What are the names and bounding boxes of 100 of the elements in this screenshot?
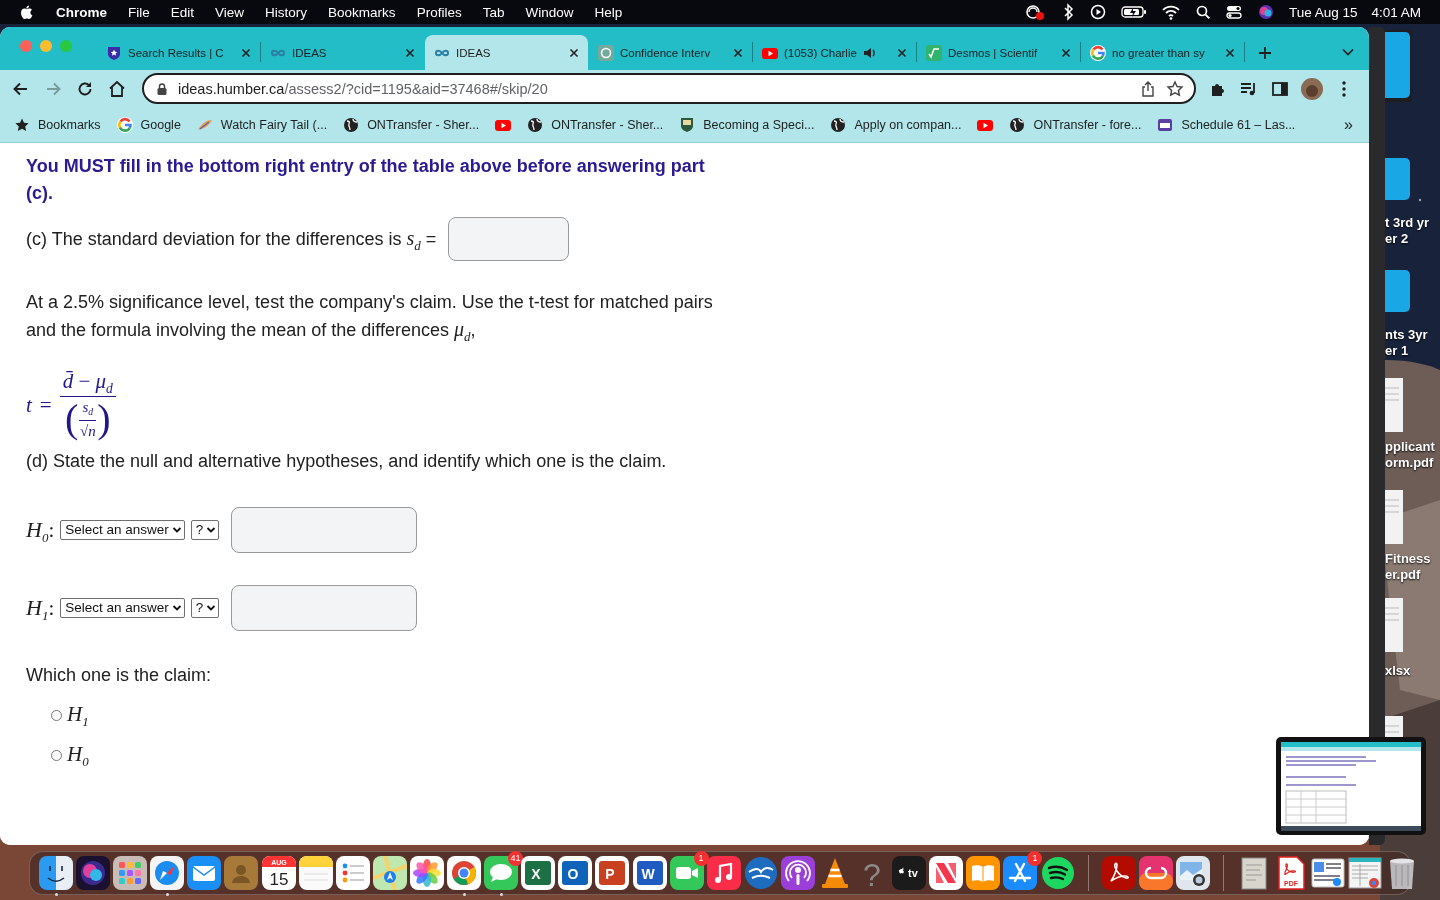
bookmark-link[interactable]: Apply on compan... [830, 116, 962, 133]
answer-dropdown[interactable]: Select an answer [60, 597, 185, 618]
address-bar[interactable]: ideas.humber.ca/assess2/?cid=1195&aid=37468#/skip/20 [142, 73, 1196, 104]
menu-item[interactable]: Tab [482, 4, 505, 20]
compass-icon[interactable] [150, 856, 185, 890]
photo-viewer-icon[interactable] [1175, 856, 1210, 890]
crest-icon [679, 116, 696, 133]
menu-item[interactable]: Help [594, 4, 623, 20]
speech-bubble-icon[interactable] [484, 856, 519, 890]
plus-icon[interactable] [1257, 45, 1273, 61]
file-name: pplicant orm.pdf [1385, 439, 1435, 471]
bookmark-link[interactable]: Schedule 61 – Las... [1157, 116, 1296, 133]
avatar-icon[interactable] [1301, 77, 1323, 100]
envelope-icon[interactable] [187, 856, 222, 890]
bookmark-link[interactable]: Google [116, 116, 181, 133]
music-note-icon[interactable] [706, 856, 741, 890]
letter-tile-icon[interactable]: O [558, 856, 593, 890]
menu-item[interactable]: Window [525, 4, 574, 20]
menu-item[interactable]: View [215, 4, 245, 20]
notepad-icon[interactable] [298, 856, 333, 890]
icon-text: 15 [269, 870, 288, 889]
bookmark-link[interactable]: Watch Fairy Tail (... [196, 116, 328, 133]
toggles-icon[interactable] [1224, 3, 1243, 21]
menu-bar-time: 4:01 AM [1371, 4, 1421, 20]
bookmark-star-icon[interactable] [1166, 79, 1184, 98]
menu-item[interactable]: Edit [170, 4, 195, 20]
file-name: nts 3yr er 1 [1385, 327, 1428, 359]
menu-item[interactable]: History [265, 4, 308, 20]
browser-tab[interactable]: Confidence Interv [589, 35, 752, 70]
more-bookmarks-button[interactable]: » [1344, 115, 1353, 134]
search-icon[interactable] [1194, 3, 1211, 21]
news-icon[interactable] [929, 856, 964, 890]
menu-item[interactable]: File [128, 4, 150, 20]
birds-icon[interactable] [743, 856, 778, 890]
browser-tab[interactable]: Search Results | C [97, 35, 260, 70]
browser-tab[interactable]: IDEAS [425, 35, 588, 70]
screenshot-icon[interactable] [1311, 856, 1346, 890]
radio-label[interactable]: H$_{0}$ [67, 740, 89, 769]
browser-tab[interactable]: no greater than sy [1081, 35, 1244, 70]
browser-tab[interactable]: IDEAS [261, 35, 424, 70]
globe-icon [830, 116, 847, 133]
sound-waves-icon[interactable] [1040, 856, 1075, 890]
browser-tab[interactable]: Desmos | Scientif [917, 35, 1080, 70]
menu-item[interactable]: Profiles [416, 4, 462, 20]
hypothesis-label: H$_{1}$: [26, 593, 55, 622]
bookmark-link[interactable]: Bookmarks [14, 116, 101, 133]
question-text: (d) State the null and alternative hypotheses, and identify which one is the claim. [26, 449, 668, 473]
wheel-icon[interactable] [447, 856, 482, 890]
speaker-icon[interactable] [862, 45, 877, 60]
share-icon[interactable] [1140, 79, 1156, 98]
knot-icon [598, 44, 614, 61]
file-name: Fitness er.pdf [1385, 551, 1431, 583]
screenshot-stack-icon[interactable] [1348, 856, 1383, 890]
wifi-icon[interactable] [1160, 3, 1181, 21]
question-text: At a 2.5% significance level, test the company's claim. Use the t-test for matched pairs and the formula involving the mean of the differences μ$_{d}$, [26, 291, 714, 344]
play-circle-icon[interactable] [1088, 3, 1107, 21]
answer-field[interactable] [448, 217, 570, 261]
checklist-icon[interactable] [335, 856, 370, 890]
face-icon[interactable] [39, 856, 73, 890]
letter-tile-icon[interactable]: W [632, 856, 667, 890]
video-camera-icon[interactable] [669, 856, 704, 890]
bookmark-link[interactable]: ONTransfer - Sher... [527, 116, 664, 133]
podcast-icon[interactable] [780, 856, 815, 890]
square-root-icon [926, 44, 942, 61]
globe-icon [343, 116, 360, 133]
menu-bar-date: Tue Aug 15 [1288, 4, 1358, 20]
map-icon[interactable] [372, 856, 407, 890]
icon-text: ? [863, 857, 881, 890]
bookmark-link[interactable]: ONTransfer - fore... [1009, 116, 1142, 133]
app-menu[interactable]: Chrome [56, 4, 107, 20]
letter-tile-icon[interactable]: P [595, 856, 630, 890]
lock-icon [156, 81, 168, 96]
swirl-icon[interactable] [1101, 856, 1136, 890]
browser-tab[interactable]: (1053) Charlie [753, 35, 916, 70]
home-icon[interactable] [107, 78, 127, 99]
operator-dropdown[interactable]: ? [190, 597, 220, 618]
answer-field[interactable] [231, 584, 418, 631]
answer-field[interactable] [231, 506, 418, 553]
app-store-icon[interactable] [1003, 856, 1038, 890]
bookmark-link[interactable]: Becoming a Speci... [679, 116, 815, 133]
colored-ring-icon [1090, 44, 1106, 61]
icon-text: W [640, 866, 655, 882]
letter-tile-icon[interactable]: X [521, 856, 556, 890]
bookmark-link[interactable]: ONTransfer - Sher... [343, 116, 480, 133]
answer-dropdown[interactable]: Select an answer [60, 519, 185, 540]
menu-item[interactable]: Bookmarks [328, 4, 396, 20]
operator-dropdown[interactable]: ? [190, 519, 220, 540]
radio-label[interactable]: H$_{1}$ [67, 700, 89, 729]
book-icon[interactable] [966, 856, 1001, 890]
grid-icon[interactable] [113, 856, 148, 890]
notification-badge: 1 [1027, 851, 1043, 866]
battery-icon[interactable] [1120, 3, 1147, 21]
document-icon [1385, 716, 1405, 740]
badge-icon [1157, 116, 1174, 133]
orb-icon[interactable] [76, 856, 111, 890]
tv-tile-icon[interactable]: tv [892, 856, 927, 890]
notice-text: You MUST fill in the bottom right entry of the table above before answering part (c). [26, 155, 706, 205]
orb-icon[interactable] [1256, 3, 1275, 21]
flower-icon[interactable] [409, 856, 444, 890]
loops-icon[interactable] [1138, 856, 1173, 890]
